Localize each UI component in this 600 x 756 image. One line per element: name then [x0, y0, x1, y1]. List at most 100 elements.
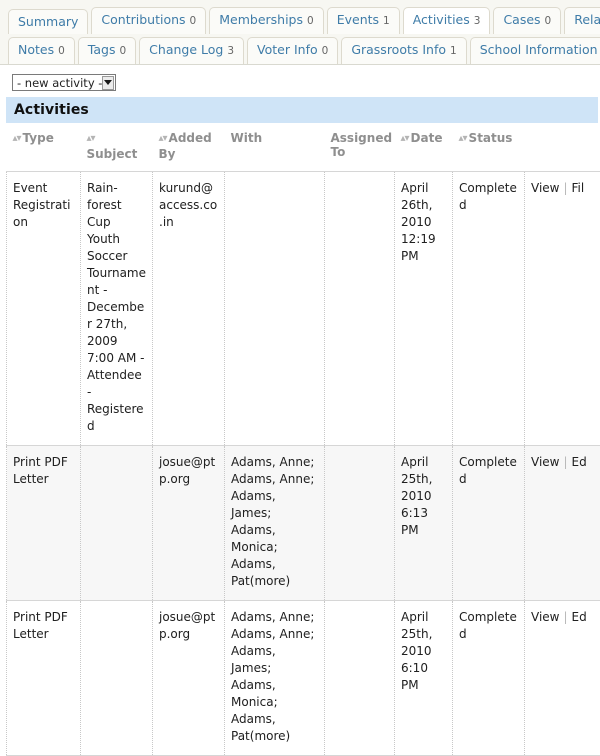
cell-status: Completed [453, 172, 525, 446]
sort-updown-icon[interactable]: ▴▾ [13, 132, 21, 146]
with-more-label[interactable]: (more) [250, 574, 290, 588]
tab-label: Tags [88, 42, 116, 57]
row-action-ed[interactable]: Ed [572, 610, 587, 624]
action-separator: | [559, 455, 571, 469]
tab-school-information[interactable]: School Information0 [470, 37, 600, 64]
row-action-view[interactable]: View [531, 181, 559, 195]
sort-updown-icon[interactable]: ▴▾ [159, 132, 167, 146]
cell-added-by-text: kurund@access.co.in [159, 181, 217, 229]
cell-added-by-link[interactable]: josue@ptp.org [159, 455, 215, 486]
table-row: Print PDF Letter josue@ptp.org Adams, Anne… [7, 446, 600, 601]
row-action-fil[interactable]: Fil [572, 181, 585, 195]
tab-label: Relationships [574, 12, 600, 27]
tab-events[interactable]: Events1 [327, 7, 400, 34]
tab-change-log[interactable]: Change Log3 [139, 37, 244, 64]
sort-updown-icon[interactable]: ▴▾ [87, 132, 95, 146]
cell-status-text: Completed [459, 610, 517, 641]
cell-with-link[interactable]: Adams, Anne; Adams, Anne; Adams, James; … [231, 610, 314, 743]
cell-status-text: Completed [459, 181, 517, 212]
cell-type-text: Print PDF Letter [13, 455, 68, 486]
tab-contributions[interactable]: Contributions0 [91, 7, 206, 34]
cell-added-by-link[interactable]: josue@ptp.org [159, 610, 215, 641]
cell-assigned-to [325, 172, 395, 446]
cell-with-link[interactable]: Adams, Anne; Adams, Anne; Adams, James; … [231, 455, 314, 588]
cell-added-by: kurund@access.co.in [153, 172, 225, 446]
tab-activities[interactable]: Activities 3 [403, 7, 491, 34]
tab-tags[interactable]: Tags0 [78, 37, 136, 64]
sort-updown-icon[interactable]: ▴▾ [401, 132, 409, 146]
tab-count-badge: 3 [227, 44, 234, 59]
tab-relationships[interactable]: Relationships2 [564, 7, 600, 34]
tab-label: Notes [18, 42, 54, 57]
column-header-added-by[interactable]: ▴▾Added By [153, 123, 225, 172]
cell-date-text: April 26th, 2010 12:19 PM [401, 181, 436, 263]
cell-added-by[interactable]: josue@ptp.org [153, 601, 225, 756]
column-header-date[interactable]: ▴▾Date [395, 123, 453, 172]
sort-updown-icon[interactable]: ▴▾ [459, 132, 467, 146]
column-header-label: Status [469, 131, 513, 145]
column-header-label: With [231, 131, 263, 145]
cell-with[interactable]: Adams, Anne; Adams, Anne; Adams, James; … [225, 446, 325, 601]
cell-row-actions: View|Ed [525, 601, 600, 756]
cell-date: April 25th, 2010 6:10 PM [395, 601, 453, 756]
cell-status-text: Completed [459, 455, 517, 486]
column-header-type[interactable]: ▴▾Type [7, 123, 81, 172]
tab-grassroots-info[interactable]: Grassroots Info1 [341, 37, 466, 64]
cell-subject-text: Rain-forest Cup Youth Soccer Tournament … [87, 181, 146, 433]
cell-subject: Rain-forest Cup Youth Soccer Tournament … [81, 172, 153, 446]
new-activity-select-value: - new activity - [17, 76, 102, 90]
row-action-ed[interactable]: Ed [572, 455, 587, 469]
table-row: Event Registration Rain-forest Cup Youth … [7, 172, 600, 446]
tab-notes[interactable]: Notes0 [8, 37, 75, 64]
chevron-down-icon[interactable] [102, 76, 114, 90]
tab-cases[interactable]: Cases 0 [493, 7, 561, 34]
column-header-label: Assigned To [331, 131, 393, 159]
column-header-subject[interactable]: ▴▾Subject [81, 123, 153, 172]
tab-summary[interactable]: Summary [8, 9, 88, 34]
cell-type-text: Event Registration [13, 181, 70, 229]
activities-table: ▴▾Type▴▾Subject▴▾Added By With Assigned To… [6, 123, 600, 756]
tab-label: Voter Info [257, 42, 318, 57]
cell-type: Event Registration [7, 172, 81, 446]
action-separator: | [559, 610, 571, 624]
tab-count-badge: 0 [545, 14, 552, 29]
contact-tab-bars: SummaryContributions0Memberships0Events1… [0, 0, 600, 65]
column-header-with: With [225, 123, 325, 172]
tab-label: Memberships [219, 12, 303, 27]
cell-date-text: April 25th, 2010 6:10 PM [401, 610, 432, 692]
cell-subject [81, 601, 153, 756]
tab-memberships[interactable]: Memberships 0 [209, 7, 323, 34]
cell-with[interactable] [225, 172, 325, 446]
row-action-view[interactable]: View [531, 610, 559, 624]
column-header-actions [525, 123, 600, 172]
cell-status: Completed [453, 601, 525, 756]
tab-voter-info[interactable]: Voter Info0 [247, 37, 338, 64]
table-body: Event Registration Rain-forest Cup Youth … [7, 172, 600, 756]
with-more-label[interactable]: (more) [250, 729, 290, 743]
cell-added-by[interactable]: josue@ptp.org [153, 446, 225, 601]
activities-section-header: Activities [6, 97, 598, 123]
tab-count-badge: 3 [474, 14, 481, 29]
tab-count-badge: 0 [119, 44, 126, 59]
cell-type-text: Print PDF Letter [13, 610, 68, 641]
tab-row-primary: SummaryContributions0Memberships0Events1… [0, 5, 600, 34]
cell-date-text: April 25th, 2010 6:13 PM [401, 455, 432, 537]
tab-count-badge: 1 [383, 14, 390, 29]
cell-type: Print PDF Letter [7, 601, 81, 756]
column-header-assigned-to: Assigned To [325, 123, 395, 172]
tab-label: Contributions [101, 12, 185, 27]
table-header-row: ▴▾Type▴▾Subject▴▾Added By With Assigned To… [7, 123, 600, 172]
cell-with[interactable]: Adams, Anne; Adams, Anne; Adams, James; … [225, 601, 325, 756]
column-header-status[interactable]: ▴▾Status [453, 123, 525, 172]
tab-label: Activities [413, 12, 470, 27]
action-separator: | [559, 181, 571, 195]
row-action-view[interactable]: View [531, 455, 559, 469]
tab-count-badge: 0 [307, 14, 314, 29]
cell-subject [81, 446, 153, 601]
tab-label: Summary [18, 14, 78, 29]
new-activity-select[interactable]: - new activity - [12, 74, 116, 91]
tab-count-badge: 1 [450, 44, 457, 59]
cell-date: April 25th, 2010 6:13 PM [395, 446, 453, 601]
tab-label: Cases [503, 12, 540, 27]
tab-row-secondary: Notes0Tags0Change Log3Voter Info0Grassro… [0, 34, 600, 65]
